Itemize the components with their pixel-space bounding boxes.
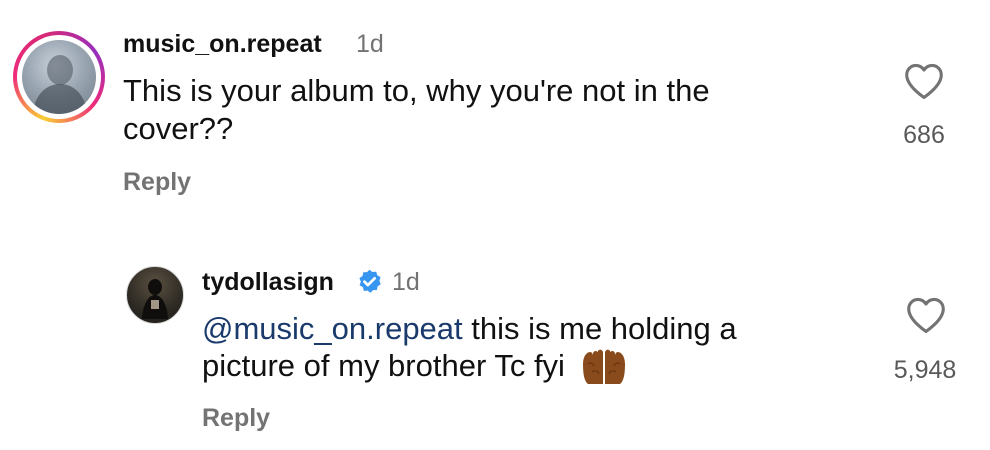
comment-timestamp: 1d xyxy=(356,30,384,58)
avatar-figure-icon xyxy=(142,279,168,319)
comment-timestamp: 1d xyxy=(392,268,420,296)
avatar-frame xyxy=(17,35,101,119)
comment-text-line-1: This is your album to, why you're not in… xyxy=(123,73,710,108)
avatar-figure-icon xyxy=(32,55,88,114)
reply-button[interactable]: Reply xyxy=(202,404,270,433)
like-count: 5,948 xyxy=(893,356,957,384)
palms-up-together-emoji-icon xyxy=(582,349,625,384)
avatar-image xyxy=(22,40,96,114)
comment-username[interactable]: music_on.repeat xyxy=(123,30,322,59)
avatar-tydollasign[interactable] xyxy=(126,266,184,324)
avatar-music-on-repeat[interactable] xyxy=(13,31,105,123)
comment-text: picture of my brother Tc fyi xyxy=(202,348,565,383)
verified-badge-icon xyxy=(359,269,381,293)
like-heart-icon[interactable] xyxy=(903,62,945,100)
mention-link[interactable]: @music_on.repeat xyxy=(202,311,463,346)
like-count: 686 xyxy=(903,121,945,149)
like-heart-icon[interactable] xyxy=(905,296,947,334)
comment-text-line-2: cover?? xyxy=(123,111,234,146)
comment-text-rest: this is me holding a xyxy=(462,311,737,346)
comment-text-line-1: @music_on.repeat this is me holding a xyxy=(202,310,737,348)
reply-button[interactable]: Reply xyxy=(123,168,191,197)
comment-username[interactable]: tydollasign xyxy=(202,268,334,297)
comment-text-line-2: picture of my brother Tc fyi xyxy=(202,347,628,388)
